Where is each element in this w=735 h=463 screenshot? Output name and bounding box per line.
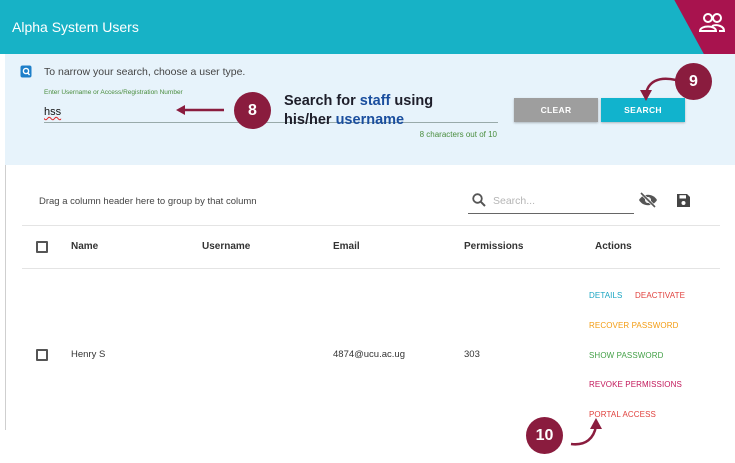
revoke-permissions-link[interactable]: REVOKE PERMISSIONS	[589, 380, 682, 389]
cell-email: 4874@ucu.ac.ug	[333, 349, 405, 360]
arrow-to-search	[640, 77, 677, 101]
app-title: Alpha System Users	[12, 19, 139, 35]
row-checkbox[interactable]	[36, 349, 48, 361]
username-field[interactable]: hss	[44, 106, 61, 118]
callout-highlight-username: username	[335, 112, 405, 128]
column-header-email[interactable]: Email	[333, 241, 360, 252]
cell-name: Henry S	[71, 349, 106, 360]
cell-permissions: 303	[464, 349, 480, 360]
grid-search[interactable]	[468, 187, 634, 214]
filter-hint: To narrow your search, choose a user typ…	[44, 66, 246, 78]
details-link[interactable]: DETAILS	[589, 291, 622, 300]
save-icon[interactable]	[676, 193, 691, 208]
show-password-link[interactable]: SHOW PASSWORD	[589, 351, 664, 360]
callout-highlight-staff: staff	[359, 93, 391, 109]
callout-part2: using	[390, 93, 434, 109]
deactivate-link[interactable]: DEACTIVATE	[635, 291, 685, 300]
search-icon	[472, 193, 486, 207]
arrow-to-portal-access	[570, 418, 602, 446]
grid-toolbar: Drag a column header here to group by th…	[5, 165, 735, 225]
column-header-username[interactable]: Username	[202, 241, 250, 252]
column-header-permissions[interactable]: Permissions	[464, 241, 523, 252]
callout-part1: Search for	[284, 93, 360, 109]
users-icon[interactable]	[699, 12, 725, 34]
recover-password-link[interactable]: RECOVER PASSWORD	[589, 321, 678, 330]
group-by-hint: Drag a column header here to group by th…	[39, 196, 257, 207]
app-header: Alpha System Users	[0, 0, 735, 54]
arrow-to-field	[176, 105, 224, 115]
step-badge-9: 9	[675, 63, 712, 100]
step-badge-8: 8	[234, 92, 271, 129]
username-field-label: Enter Username or Access/Registration Nu…	[44, 89, 183, 96]
grid-search-input[interactable]	[493, 192, 629, 210]
select-all-checkbox[interactable]	[36, 241, 48, 253]
column-header-actions[interactable]: Actions	[595, 241, 632, 252]
column-header-name[interactable]: Name	[71, 241, 98, 252]
info-icon	[20, 65, 32, 78]
callout-line2: his/her	[284, 112, 336, 128]
clear-button[interactable]: CLEAR	[514, 98, 598, 122]
step-badge-10: 10	[526, 417, 563, 454]
callout-text: Search for staff using his/her username	[284, 92, 433, 130]
char-counter: 8 characters out of 10	[419, 130, 497, 139]
table-header: Name Username Email Permissions Actions	[22, 225, 720, 269]
eye-off-icon[interactable]	[638, 192, 658, 208]
